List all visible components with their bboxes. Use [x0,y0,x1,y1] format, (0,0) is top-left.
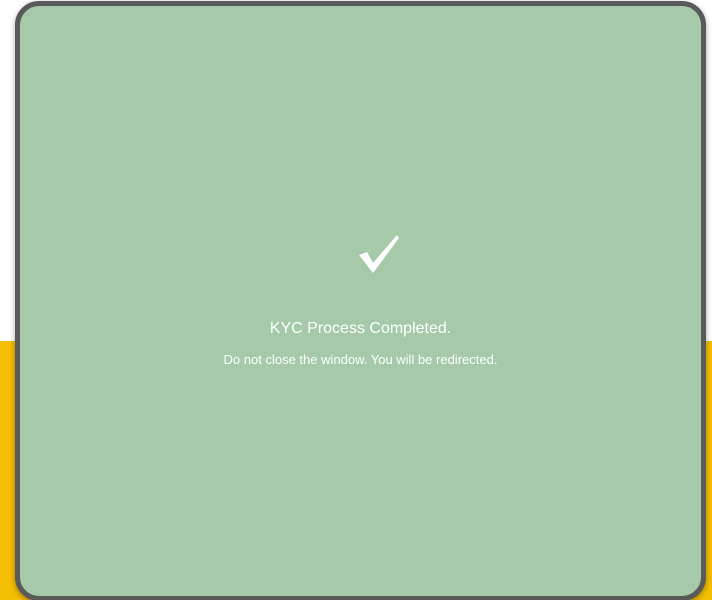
kyc-complete-modal: KYC Process Completed. Do not close the … [15,1,706,600]
checkmark-icon [359,235,399,273]
modal-title: KYC Process Completed. [269,320,452,337]
modal-message: Do not close the window. You will be red… [223,352,498,367]
